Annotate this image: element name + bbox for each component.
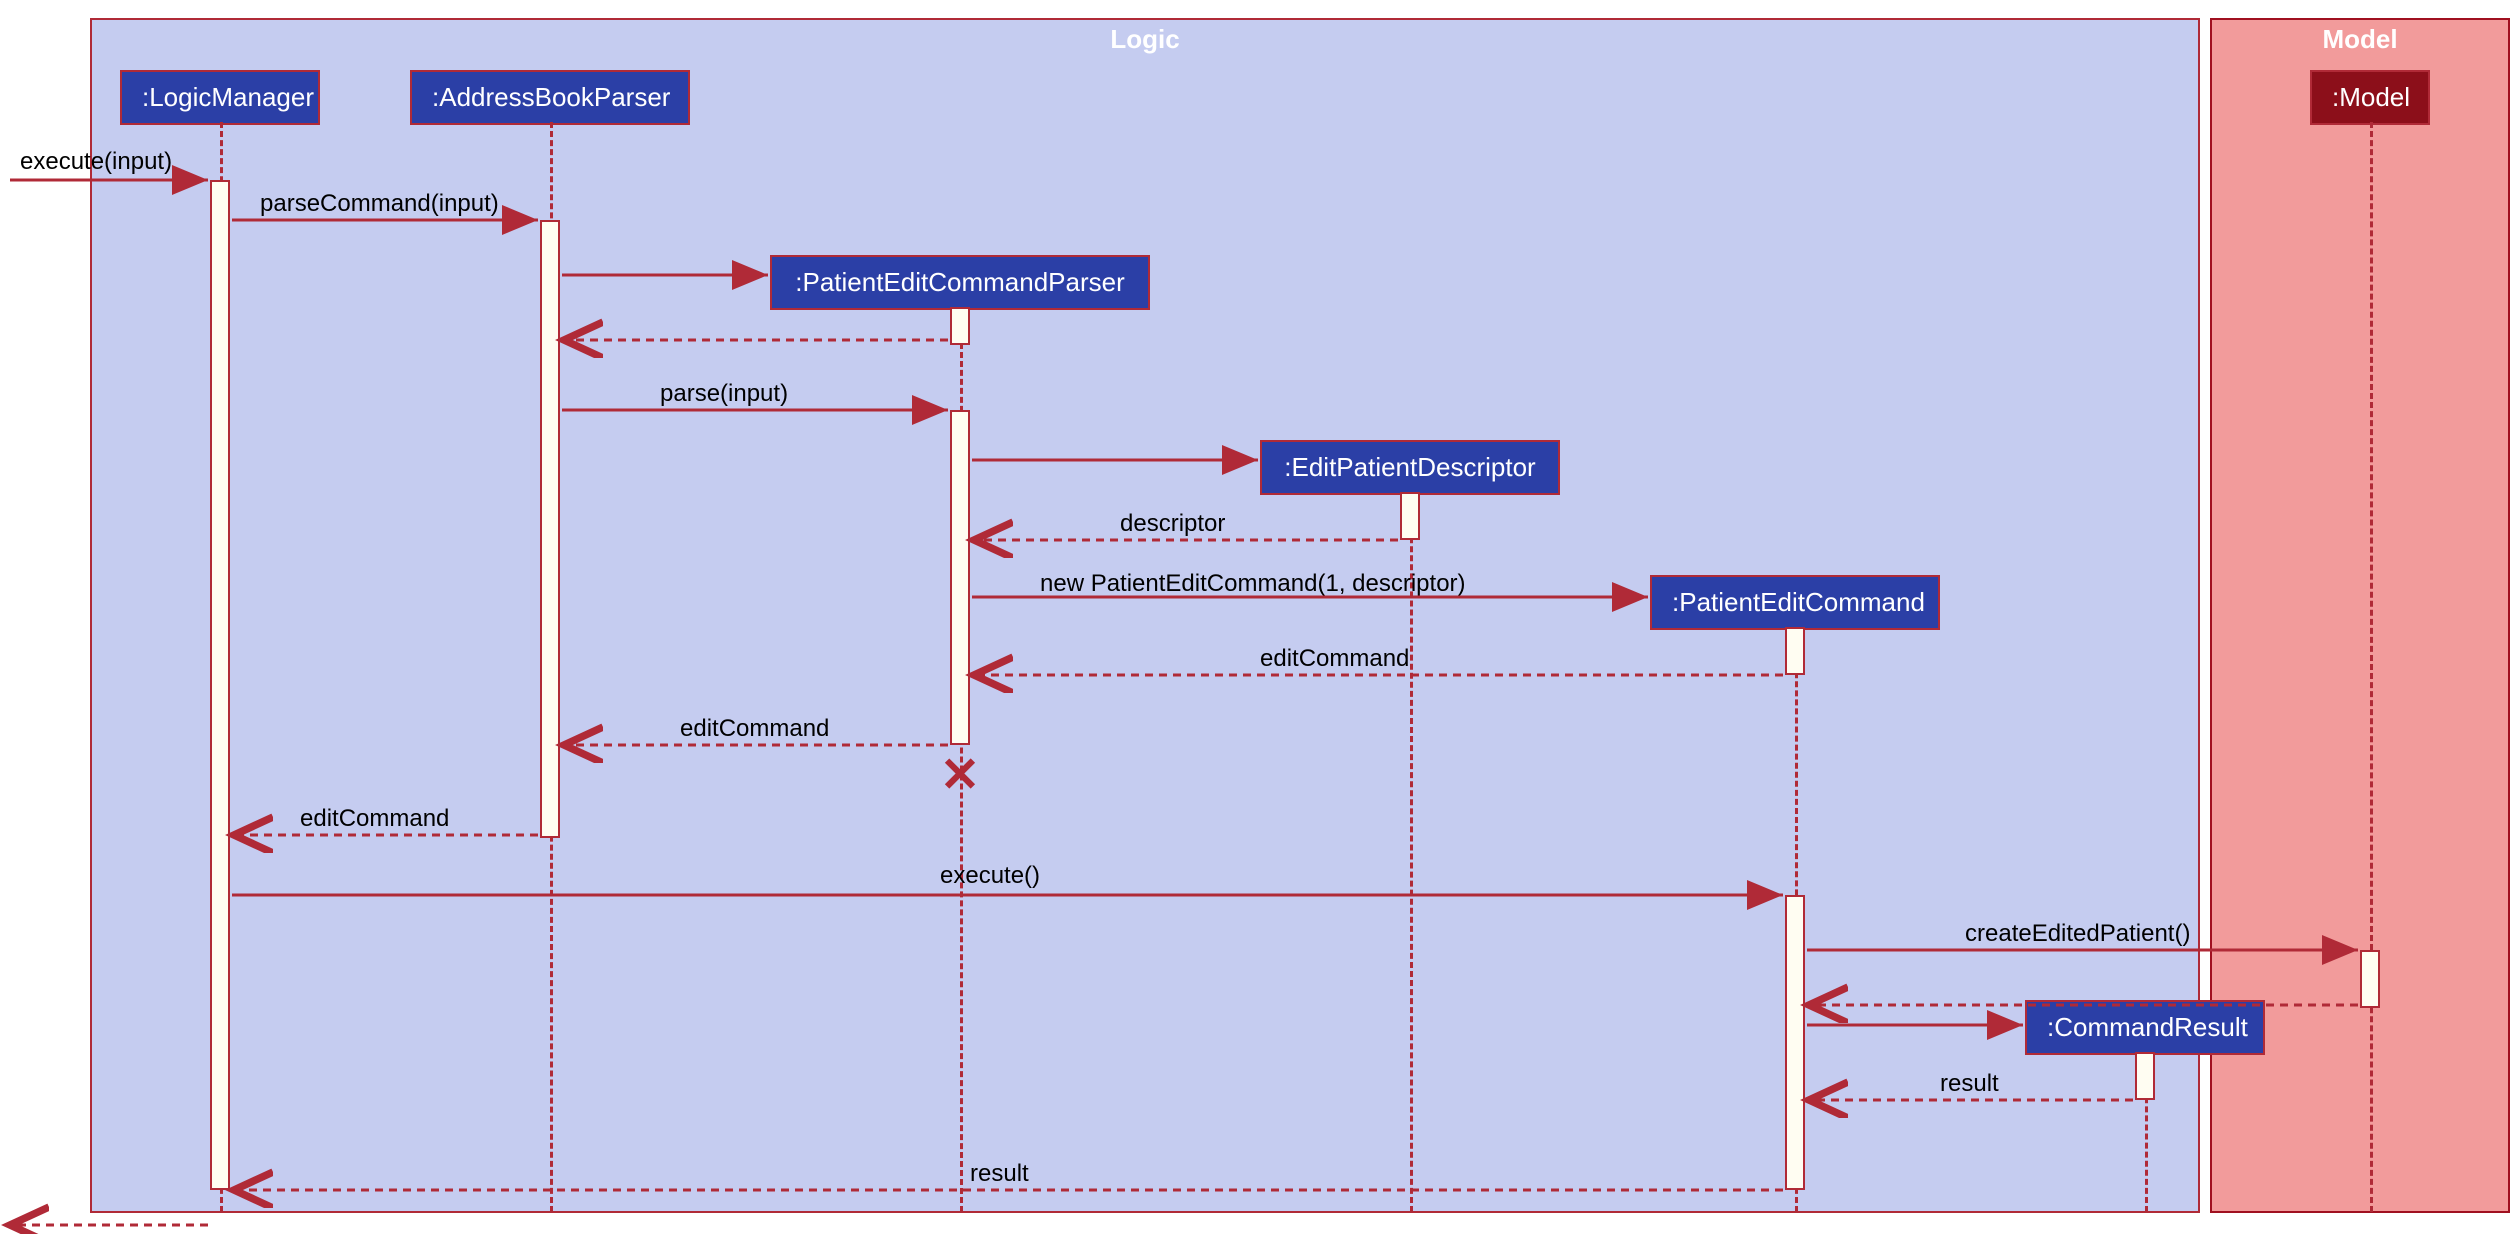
msg-edit-command-1: editCommand [1260,645,1409,673]
msg-create-edited-patient: createEditedPatient() [1965,920,2190,948]
activation-command-result [2135,1052,2155,1100]
activation-descriptor [1400,492,1420,540]
lifeline-model [2370,122,2373,1212]
activation-parser-parse [950,410,970,745]
msg-parse-command: parseCommand(input) [260,190,499,218]
msg-result-1: result [1940,1070,1999,1098]
participant-address-book-parser: :AddressBookParser [410,70,690,125]
participant-model: :Model [2310,70,2430,125]
participant-patient-edit-command-parser: :PatientEditCommandParser [770,255,1150,310]
msg-edit-command-2: editCommand [680,715,829,743]
msg-execute-input: execute(input) [20,148,172,176]
msg-execute: execute() [940,862,1040,890]
participant-command-result: :CommandResult [2025,1000,2265,1055]
activation-model [2360,950,2380,1008]
activation-logic-manager [210,180,230,1190]
activation-command-create [1785,627,1805,675]
activation-address-book-parser [540,220,560,838]
participant-edit-patient-descriptor: :EditPatientDescriptor [1260,440,1560,495]
msg-result-2: result [970,1160,1029,1188]
model-frame-title: Model [2308,20,2411,59]
msg-parse-input: parse(input) [660,380,788,408]
logic-frame-title: Logic [1096,20,1193,59]
msg-new-patient-edit-command: new PatientEditCommand(1, descriptor) [1040,570,1466,598]
lifeline-edit-patient-descriptor [1410,492,1413,1212]
activation-command-execute [1785,895,1805,1190]
msg-edit-command-3: editCommand [300,805,449,833]
msg-descriptor: descriptor [1120,510,1225,538]
activation-parser-create [950,307,970,345]
participant-logic-manager: :LogicManager [120,70,320,125]
participant-patient-edit-command: :PatientEditCommand [1650,575,1940,630]
destroy-icon: ✕ [940,747,980,803]
